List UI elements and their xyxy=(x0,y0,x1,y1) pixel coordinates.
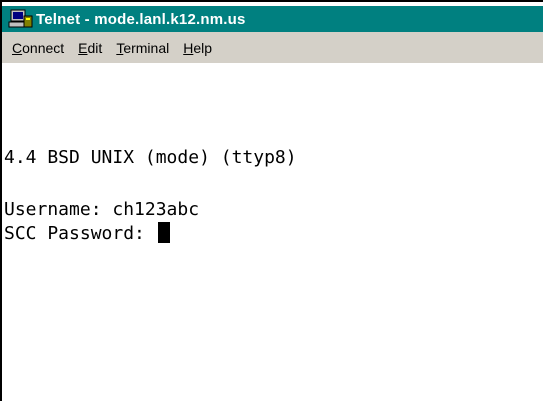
password-line[interactable]: SCC Password: xyxy=(4,222,170,245)
system-banner: 4.4 BSD UNIX (mode) (ttyp8) xyxy=(4,147,297,168)
username-line: Username: ch123abc xyxy=(4,199,200,220)
telnet-window: Telnet - mode.lanl.k12.nm.us Connect Edi… xyxy=(0,0,543,401)
menu-terminal[interactable]: Terminal xyxy=(116,40,169,56)
menu-connect[interactable]: Connect xyxy=(12,40,64,56)
text-cursor xyxy=(157,222,170,243)
terminal-screen[interactable]: 4.4 BSD UNIX (mode) (ttyp8) Username: ch… xyxy=(2,63,543,401)
menu-bar: Connect Edit Terminal Help xyxy=(2,32,543,63)
window-title: Telnet - mode.lanl.k12.nm.us xyxy=(36,10,246,28)
telnet-computer-icon[interactable] xyxy=(8,8,34,30)
password-prompt: SCC Password: xyxy=(4,223,156,244)
menu-edit[interactable]: Edit xyxy=(78,40,102,56)
menu-help[interactable]: Help xyxy=(183,40,212,56)
title-bar[interactable]: Telnet - mode.lanl.k12.nm.us xyxy=(2,6,543,32)
